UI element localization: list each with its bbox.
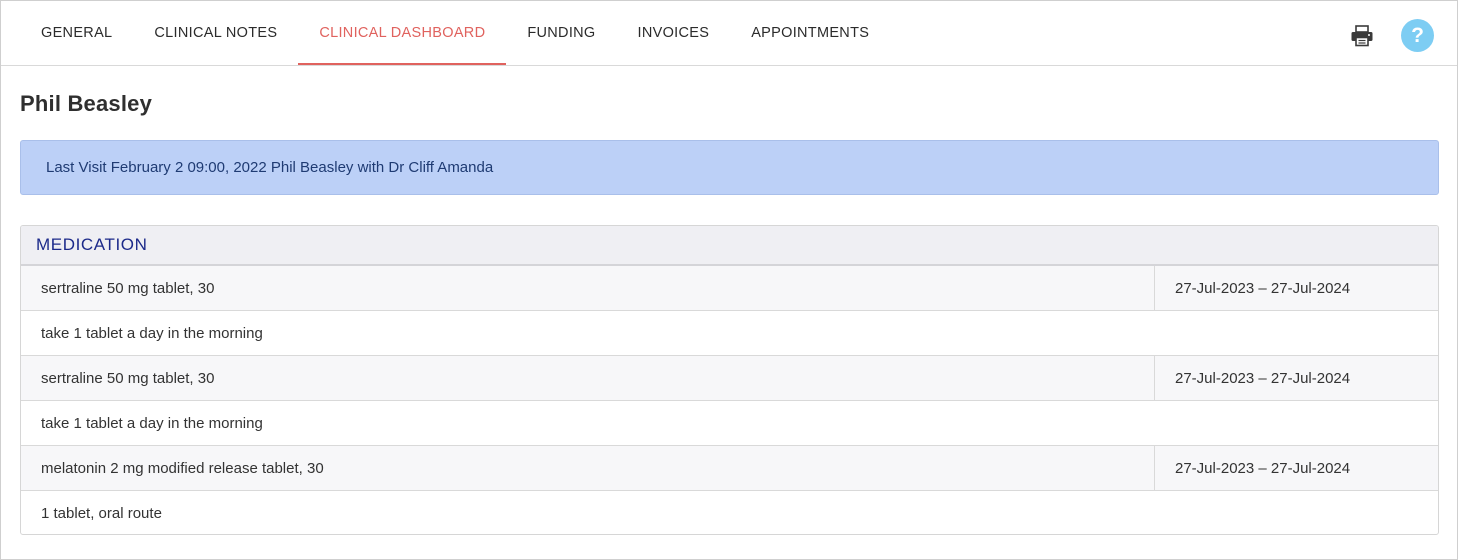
medication-row[interactable]: sertraline 50 mg tablet, 30 27-Jul-2023 …: [21, 266, 1438, 311]
tab-clinical-dashboard[interactable]: CLINICAL DASHBOARD: [298, 1, 507, 65]
medication-instructions-row: 1 tablet, oral route: [21, 491, 1438, 534]
help-icon: ?: [1411, 23, 1424, 47]
tab-clinical-notes[interactable]: CLINICAL NOTES: [133, 1, 298, 65]
medication-header: MEDICATION: [21, 226, 1438, 266]
printer-icon: [1351, 25, 1373, 47]
medication-title: MEDICATION: [36, 235, 148, 254]
top-tab-bar: GENERAL CLINICAL NOTES CLINICAL DASHBOAR…: [1, 1, 1457, 66]
medication-panel: MEDICATION sertraline 50 mg tablet, 30 2…: [20, 225, 1439, 535]
tab-funding[interactable]: FUNDING: [506, 1, 616, 65]
tab-list: GENERAL CLINICAL NOTES CLINICAL DASHBOAR…: [20, 1, 890, 65]
medication-dates: 27-Jul-2023 – 27-Jul-2024: [1175, 279, 1351, 297]
help-button[interactable]: ?: [1401, 19, 1434, 52]
tab-general[interactable]: GENERAL: [20, 1, 133, 65]
last-visit-text: Last Visit February 2 09:00, 2022 Phil B…: [46, 159, 494, 176]
medication-dates: 27-Jul-2023 – 27-Jul-2024: [1175, 459, 1351, 477]
last-visit-banner: Last Visit February 2 09:00, 2022 Phil B…: [20, 140, 1439, 195]
medication-row[interactable]: sertraline 50 mg tablet, 30 27-Jul-2023 …: [21, 356, 1438, 401]
app-frame: GENERAL CLINICAL NOTES CLINICAL DASHBOAR…: [0, 0, 1458, 560]
medication-instructions: take 1 tablet a day in the morning: [41, 324, 263, 342]
medication-name: melatonin 2 mg modified release tablet, …: [21, 446, 1155, 490]
patient-name: Phil Beasley: [20, 91, 153, 116]
print-button[interactable]: [1347, 21, 1377, 51]
medication-dates: 27-Jul-2023 – 27-Jul-2024: [1175, 369, 1351, 387]
medication-instructions: take 1 tablet a day in the morning: [41, 414, 263, 432]
medication-instructions-row: take 1 tablet a day in the morning: [21, 311, 1438, 356]
tab-invoices[interactable]: INVOICES: [617, 1, 731, 65]
medication-row[interactable]: melatonin 2 mg modified release tablet, …: [21, 446, 1438, 491]
tab-appointments[interactable]: APPOINTMENTS: [730, 1, 890, 65]
medication-instructions-row: take 1 tablet a day in the morning: [21, 401, 1438, 446]
medication-name: sertraline 50 mg tablet, 30: [21, 356, 1155, 400]
medication-instructions: 1 tablet, oral route: [41, 505, 162, 522]
medication-name: sertraline 50 mg tablet, 30: [21, 266, 1155, 310]
